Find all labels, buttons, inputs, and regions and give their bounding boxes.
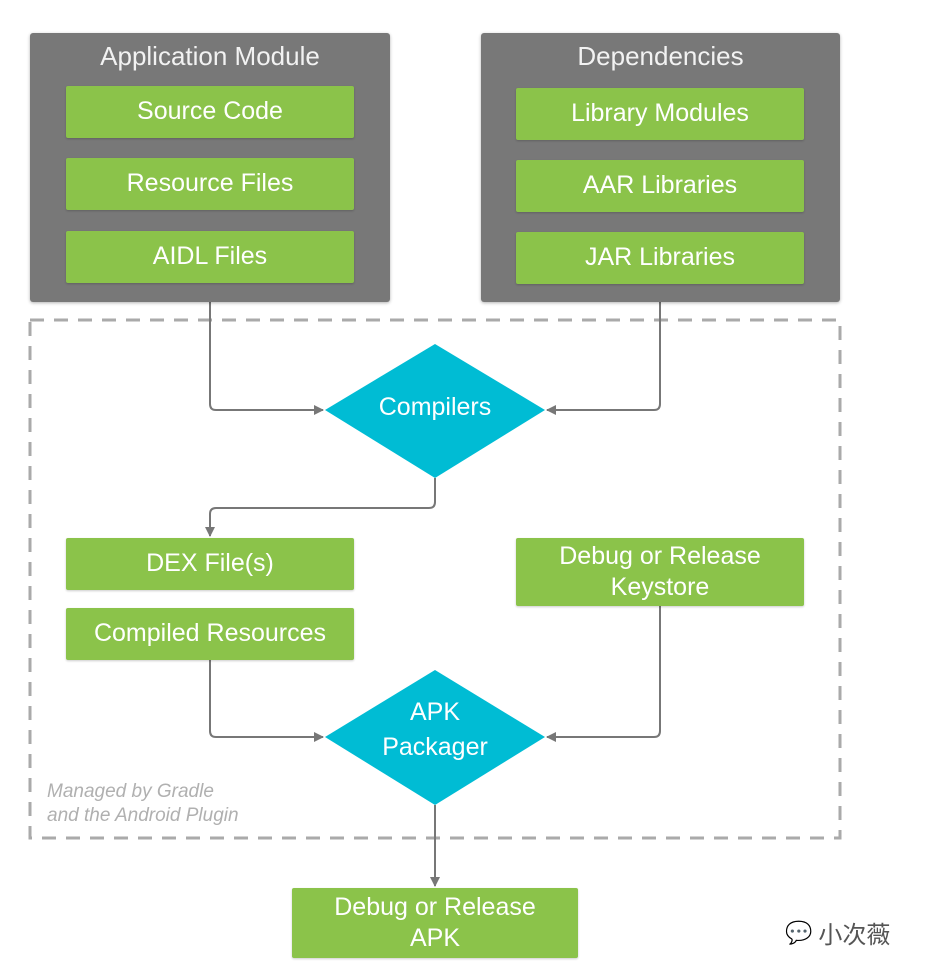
packager-line2: Packager — [382, 733, 488, 761]
arrow-compilers-to-dex — [205, 478, 436, 537]
arrow-deps-to-compilers — [546, 302, 661, 415]
arrow-app-to-compilers — [209, 302, 324, 415]
dependencies-title: Dependencies — [577, 41, 744, 71]
library-modules-box: Library Modules — [516, 88, 804, 140]
packager-label: APK Packager — [325, 695, 545, 765]
apk-build-diagram: Application Module Source Code Resource … — [0, 0, 926, 971]
compilers-label: Compilers — [378, 393, 492, 421]
arrow-resources-to-packager — [209, 660, 324, 742]
jar-libraries-box: JAR Libraries — [516, 232, 804, 284]
note-line2: and the Android Plugin — [47, 805, 239, 826]
aar-libraries-box: AAR Libraries — [516, 160, 804, 212]
output-apk-box: Debug or Release APK — [292, 888, 578, 958]
watermark: 💬 小次薇 — [785, 915, 890, 950]
output-line1: Debug or Release — [334, 892, 536, 921]
resource-files-box: Resource Files — [66, 158, 354, 210]
output-line2: APK — [409, 924, 461, 952]
source-code-box: Source Code — [66, 86, 354, 138]
aidl-files-box: AIDL Files — [66, 231, 354, 283]
note-line1: Managed by Gradle — [47, 781, 214, 802]
managed-by-gradle-note: Managed by Gradle and the Android Plugin — [47, 780, 239, 828]
keystore-line1: Debug or Release — [559, 541, 761, 570]
wechat-icon: 💬 — [785, 919, 813, 945]
compiled-resources-box: Compiled Resources — [66, 608, 354, 660]
packager-line1: APK — [409, 698, 461, 726]
arrow-keystore-to-packager — [546, 606, 661, 742]
keystore-line2: Keystore — [610, 573, 710, 601]
dex-files-box: DEX File(s) — [66, 538, 354, 590]
watermark-text: 小次薇 — [818, 922, 891, 949]
keystore-box: Debug or Release Keystore — [516, 538, 804, 606]
application-module-title: Application Module — [100, 41, 320, 71]
